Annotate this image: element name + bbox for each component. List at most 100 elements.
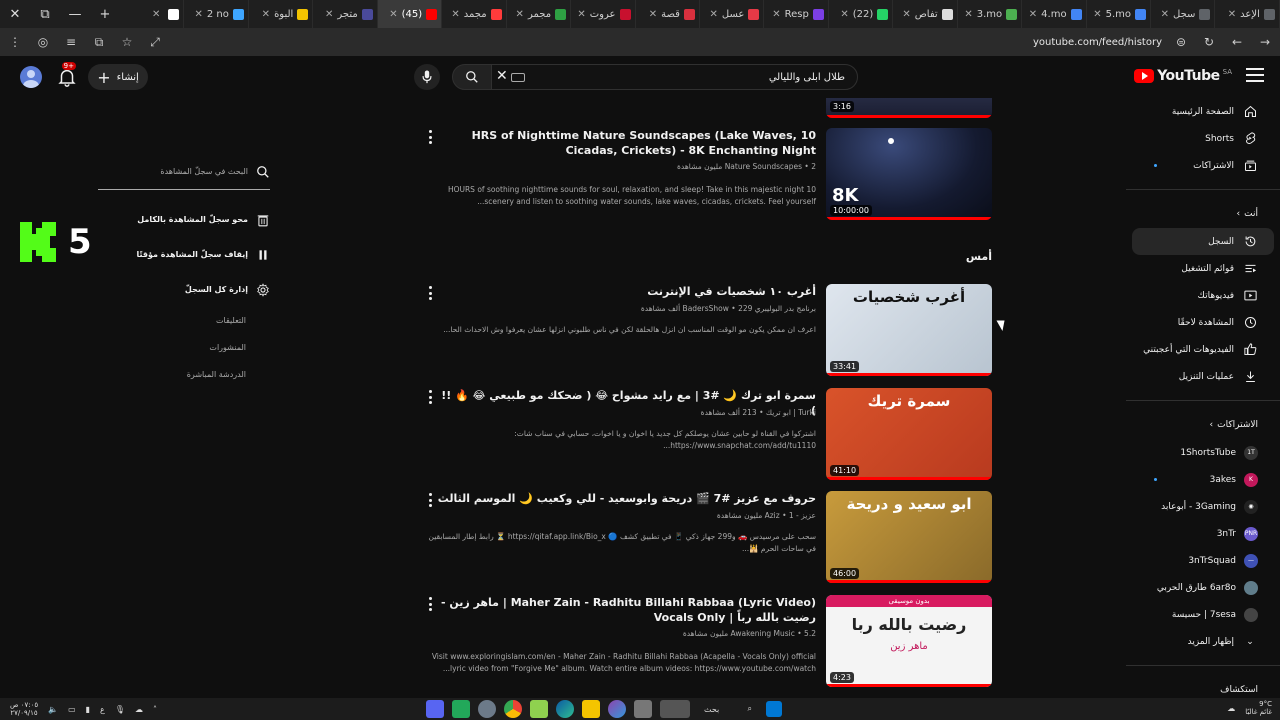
app-icon[interactable] [530, 700, 548, 718]
guide-menu-icon[interactable] [1246, 68, 1264, 82]
video-title[interactable]: حروف مع عزيز #7 🎬 دريحة وابوسعيد - للي و… [436, 491, 816, 506]
browser-tab[interactable]: ✕ سجل [1151, 0, 1216, 28]
video-thumbnail[interactable]: رضيت بالله ربا ماهر زين بدون موسيقى 4:23 [826, 595, 992, 687]
sidebar-item[interactable]: الفيديوهات التي أعجبتني [1132, 336, 1274, 363]
browser-tab[interactable]: ✕ عسل [700, 0, 765, 28]
subscription-channel[interactable]: PNR 3nTr [1132, 520, 1274, 547]
video-title[interactable]: أغرب ١٠ شخصيات في الإنترنت [436, 284, 816, 299]
you-section-heading[interactable]: أنت › [1126, 200, 1280, 228]
history-comments-link[interactable]: التعليقات [98, 307, 270, 334]
voice-search-button[interactable] [414, 64, 440, 90]
video-meta[interactable]: Turki | ابو تريك • 213 ألف مشاهدة [436, 408, 816, 417]
forward-icon[interactable]: → [1256, 35, 1274, 49]
tab-close-icon[interactable]: ✕ [451, 9, 459, 20]
video-row[interactable]: رضيت بالله ربا ماهر زين بدون موسيقى 4:23 Mah… [420, 595, 992, 687]
translate-icon[interactable]: ⊜ [1172, 35, 1190, 49]
tab-close-icon[interactable]: ✕ [194, 9, 202, 20]
network-icon[interactable]: ▭ [68, 705, 76, 714]
video-thumbnail-partial[interactable]: 3:16 [826, 98, 992, 118]
browser-tab[interactable]: ✕ 4.mo [1022, 0, 1087, 28]
create-button[interactable]: إنشاء + [88, 64, 148, 90]
video-meta[interactable]: Nature Soundscapes • 2 مليون مشاهدة [436, 162, 816, 171]
tab-close-icon[interactable]: ✕ [840, 9, 848, 20]
reload-icon[interactable]: ↻ [1200, 35, 1218, 49]
avatar[interactable] [20, 66, 42, 88]
history-live-chat-link[interactable]: الدردشة المباشرة [98, 361, 270, 388]
subscription-channel[interactable]: 6ar8o طارق الحربي [1132, 574, 1274, 601]
video-row[interactable]: سمرة تريك 41:10 سمرة ابو ترك 🌙 #3 | مع راي… [420, 388, 992, 480]
more-actions-icon[interactable] [428, 286, 432, 300]
history-search-field[interactable]: البحث في سجلّ المشاهدة [98, 160, 270, 190]
tray-overflow-icon[interactable]: ˄ [153, 705, 157, 714]
video-title[interactable]: Maher Zain - Radhitu Billahi Rabbaa (Lyr… [436, 595, 816, 625]
app-icon[interactable] [478, 700, 496, 718]
tab-close-icon[interactable]: ✕ [516, 9, 524, 20]
sidebar-item[interactable]: الصفحة الرئيسية [1132, 98, 1274, 125]
onedrive-icon[interactable]: ☁ [135, 705, 143, 714]
browser-tab[interactable]: ✕ 3.mo [958, 0, 1023, 28]
browser-tab[interactable]: ✕ (22) [829, 0, 894, 28]
browser-tab[interactable]: ✕ تفاص [893, 0, 958, 28]
tab-close-icon[interactable]: ✕ [577, 9, 585, 20]
back-icon[interactable]: ← [1228, 35, 1246, 49]
search-input[interactable]: طلال ابلى والليالي [490, 64, 858, 90]
start-button-icon[interactable] [766, 701, 782, 717]
sidebar-item[interactable]: المشاهدة لاحقًا [1132, 309, 1274, 336]
browser-tab[interactable]: ✕ [120, 0, 185, 28]
app-group-icon[interactable] [660, 700, 690, 718]
profile-icon[interactable]: ◎ [34, 35, 52, 49]
sidebar-item[interactable]: Shorts [1132, 125, 1274, 152]
bookmark-star-icon[interactable]: ☆ [118, 35, 136, 49]
screenshot-icon[interactable]: ⤢ [146, 35, 164, 50]
file-explorer-icon[interactable] [582, 700, 600, 718]
minimize-icon[interactable]: — [60, 0, 90, 28]
url-text[interactable]: youtube.com/feed/history [1033, 37, 1162, 48]
search-button[interactable] [452, 64, 492, 90]
browser-tab[interactable]: ✕ متجر [313, 0, 378, 28]
tab-close-icon[interactable]: ✕ [902, 9, 910, 20]
notifications-button[interactable]: 9+ [56, 62, 78, 88]
clock[interactable]: ٠٧:٠٥ ص ٢٧/٠٩/١٥ [10, 701, 38, 717]
tab-close-icon[interactable]: ✕ [772, 9, 780, 20]
history-posts-link[interactable]: المنشورات [98, 334, 270, 361]
window-menu-icon[interactable]: ⧉ [30, 0, 60, 28]
tab-close-icon[interactable]: ✕ [262, 9, 270, 20]
new-tab-icon[interactable]: + [90, 0, 120, 28]
browser-tab[interactable]: ✕ قصة [636, 0, 700, 28]
extensions-icon[interactable]: ⧉ [90, 35, 108, 50]
more-actions-icon[interactable] [428, 597, 432, 611]
video-row[interactable]: ابو سعيد و دريحة 46:00 حروف مع عزيز #7 🎬 د… [420, 491, 992, 583]
tab-close-icon[interactable]: ✕ [710, 9, 718, 20]
browser-tab[interactable]: ✕ مجمد [442, 0, 507, 28]
video-meta[interactable]: Awakening Music • 5.2 مليون مشاهدة [436, 629, 816, 638]
discord-app-icon[interactable] [426, 700, 444, 718]
youtube-logo[interactable]: YouTube SA [1134, 68, 1232, 84]
tab-close-icon[interactable]: ✕ [649, 9, 657, 20]
clear-search-icon[interactable]: ✕ [496, 68, 508, 84]
more-actions-icon[interactable] [428, 493, 432, 507]
tab-close-icon[interactable]: ✕ [1228, 9, 1236, 20]
subscription-channel[interactable]: 1T 1ShortsTube [1132, 439, 1274, 466]
more-actions-icon[interactable] [428, 390, 432, 404]
tab-close-icon[interactable]: ✕ [152, 9, 160, 20]
video-row[interactable]: أغرب شخصيات 33:41 أغرب ١٠ شخصيات في الإنتر… [420, 284, 992, 376]
battery-icon[interactable]: ▮ [86, 705, 90, 714]
subscriptions-section-heading[interactable]: الاشتراكات › [1126, 411, 1280, 439]
browser-tab[interactable]: ✕ مجمر [507, 0, 572, 28]
sidebar-item[interactable]: السجل [1132, 228, 1274, 255]
close-window-icon[interactable]: ✕ [0, 0, 30, 28]
video-thumbnail[interactable]: سمرة تريك 41:10 [826, 388, 992, 480]
video-title[interactable]: 10 HRS of Nighttime Nature Soundscapes (… [436, 128, 816, 158]
volume-icon[interactable]: 🔈 [48, 705, 58, 714]
settings-sliders-icon[interactable]: ≡ [62, 35, 80, 49]
show-more-button[interactable]: ⌄ إظهار المزيد [1132, 628, 1274, 655]
language-indicator[interactable]: ع [100, 705, 105, 714]
more-actions-icon[interactable] [428, 130, 432, 144]
app-icon[interactable] [634, 700, 652, 718]
browser-tab[interactable]: ✕ (45) [377, 0, 443, 28]
chrome-icon[interactable] [504, 700, 522, 718]
browser-tab[interactable]: ✕ البوة [249, 0, 314, 28]
subscription-channel[interactable]: K 3akes [1132, 466, 1274, 493]
video-thumbnail[interactable]: أغرب شخصيات 33:41 [826, 284, 992, 376]
video-thumbnail[interactable]: 8K 10:00:00 [826, 128, 992, 220]
